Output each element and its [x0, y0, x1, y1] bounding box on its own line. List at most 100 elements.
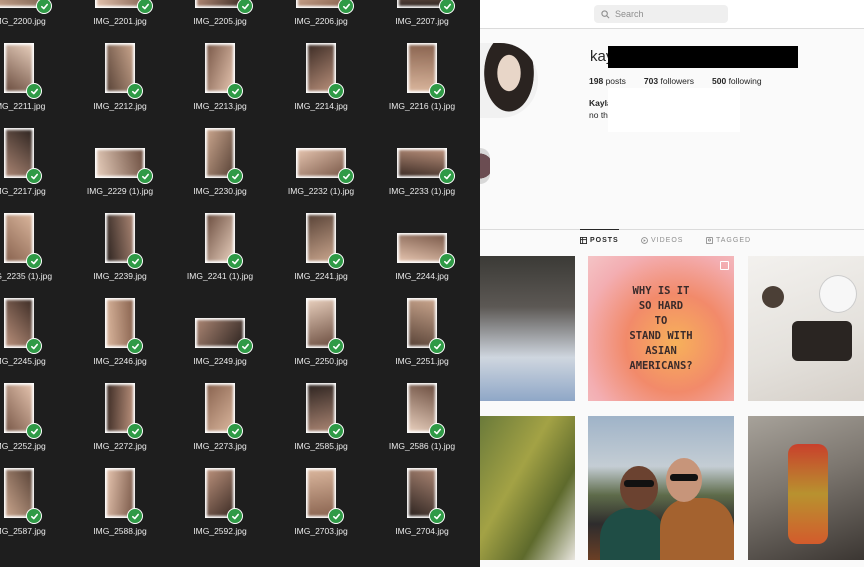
post-thumbnail[interactable]	[748, 416, 864, 560]
checkmark-icon	[227, 83, 243, 99]
tab-videos[interactable]: VIDEOS	[641, 237, 683, 244]
story-highlight[interactable]	[480, 148, 490, 184]
checkmark-icon	[328, 83, 344, 99]
search-placeholder: Search	[615, 9, 644, 19]
checkmark-icon	[26, 168, 42, 184]
file-item[interactable]: IMG_2586 (1).jpg	[374, 370, 470, 455]
file-item[interactable]: IMG_2703.jpg	[273, 455, 369, 540]
file-name: IMG_2207.jpg	[395, 16, 449, 26]
file-item[interactable]: IMG_2241 (1).jpg	[172, 200, 268, 285]
file-item[interactable]: IMG_2232 (1).jpg	[273, 115, 369, 200]
checkmark-icon	[328, 508, 344, 524]
followers-stat[interactable]: 703 followers	[644, 76, 694, 86]
post-thumbnail[interactable]	[480, 416, 575, 560]
file-item[interactable]: IMG_2272.jpg	[72, 370, 168, 455]
file-name: IMG_2244.jpg	[395, 271, 449, 281]
file-item[interactable]: IMG_2246.jpg	[72, 285, 168, 370]
post-thumbnail[interactable]	[588, 416, 734, 560]
file-name: IMG_2235 (1).jpg	[0, 271, 53, 281]
checkmark-icon	[439, 168, 455, 184]
file-item[interactable]: IMG_2273.jpg	[172, 370, 268, 455]
file-item[interactable]: IMG_2244.jpg	[374, 200, 470, 285]
checkmark-icon	[429, 83, 445, 99]
file-name: IMG_2252.jpg	[0, 441, 46, 451]
video-icon	[641, 237, 648, 244]
file-item[interactable]: IMG_2205.jpg	[172, 0, 268, 30]
file-item[interactable]: IMG_2233 (1).jpg	[374, 115, 470, 200]
file-item[interactable]: IMG_2704.jpg	[374, 455, 470, 540]
quote-line: TO	[654, 314, 668, 327]
following-stat[interactable]: 500 following	[712, 76, 762, 86]
file-item[interactable]: IMG_2588.jpg	[72, 455, 168, 540]
file-item[interactable]: IMG_2592.jpg	[172, 455, 268, 540]
checkmark-icon	[26, 423, 42, 439]
file-item[interactable]: IMG_2251.jpg	[374, 285, 470, 370]
post-thumbnail[interactable]	[748, 256, 864, 401]
file-name: IMG_2232 (1).jpg	[287, 186, 355, 196]
post-thumbnail[interactable]	[480, 256, 575, 401]
file-browser: IMG_2200.jpg IMG_2201.jpg IMG_2205.jpg IMG_…	[0, 0, 480, 567]
file-item[interactable]: IMG_2249.jpg	[172, 285, 268, 370]
file-item[interactable]: IMG_2200.jpg	[0, 0, 67, 30]
search-input[interactable]: Search	[594, 5, 728, 23]
checkmark-icon	[429, 423, 445, 439]
file-name: IMG_2704.jpg	[395, 526, 449, 536]
file-item[interactable]: IMG_2585.jpg	[273, 370, 369, 455]
file-item[interactable]: IMG_2216 (1).jpg	[374, 30, 470, 115]
checkmark-icon	[127, 423, 143, 439]
checkmark-icon	[127, 508, 143, 524]
file-name: IMG_2587.jpg	[0, 526, 46, 536]
file-item[interactable]: IMG_2587.jpg	[0, 455, 67, 540]
file-item[interactable]: IMG_2207.jpg	[374, 0, 470, 30]
grid-icon	[580, 237, 587, 244]
top-bar: Search	[480, 0, 864, 29]
file-name: IMG_2586 (1).jpg	[388, 441, 456, 451]
file-item[interactable]: IMG_2241.jpg	[273, 200, 369, 285]
file-item[interactable]: IMG_2201.jpg	[72, 0, 168, 30]
file-name: IMG_2216 (1).jpg	[388, 101, 456, 111]
redaction-box	[608, 88, 740, 132]
file-item[interactable]: IMG_2217.jpg	[0, 115, 67, 200]
quote-line: ASIAN	[645, 344, 677, 357]
file-item[interactable]: IMG_2229 (1).jpg	[72, 115, 168, 200]
checkmark-icon	[328, 253, 344, 269]
quote-line: STAND WITH	[629, 329, 693, 342]
file-item[interactable]: IMG_2235 (1).jpg	[0, 200, 67, 285]
file-item[interactable]: IMG_2245.jpg	[0, 285, 67, 370]
quote-line: WHY IS IT	[632, 284, 690, 297]
file-item[interactable]: IMG_2230.jpg	[172, 115, 268, 200]
checkmark-icon	[36, 0, 52, 14]
file-item[interactable]: IMG_2206.jpg	[273, 0, 369, 30]
file-item[interactable]: IMG_2239.jpg	[72, 200, 168, 285]
checkmark-icon	[26, 508, 42, 524]
file-name: IMG_2201.jpg	[93, 16, 147, 26]
profile-page: Search kay 198 posts 703 followers 500 f…	[480, 0, 864, 567]
tab-posts[interactable]: POSTS	[580, 229, 619, 244]
checkmark-icon	[237, 0, 253, 14]
file-item[interactable]: IMG_2211.jpg	[0, 30, 67, 115]
checkmark-icon	[227, 508, 243, 524]
search-icon	[601, 9, 610, 18]
checkmark-icon	[127, 253, 143, 269]
file-name: IMG_2241.jpg	[294, 271, 348, 281]
checkmark-icon	[338, 0, 354, 14]
tab-tagged[interactable]: TAGGED	[706, 237, 751, 244]
file-name: IMG_2246.jpg	[93, 356, 147, 366]
carousel-icon	[720, 261, 729, 270]
checkmark-icon	[429, 508, 445, 524]
file-item[interactable]: IMG_2213.jpg	[172, 30, 268, 115]
file-name: IMG_2217.jpg	[0, 186, 46, 196]
file-name: IMG_2249.jpg	[193, 356, 247, 366]
file-name: IMG_2200.jpg	[0, 16, 46, 26]
profile-stats: 198 posts 703 followers 500 following	[589, 76, 762, 86]
avatar[interactable]	[480, 43, 538, 118]
post-thumbnail[interactable]: WHY IS IT SO HARD TO STAND WITH ASIAN AMERICA…	[588, 256, 734, 401]
checkmark-icon	[439, 253, 455, 269]
quote-post-text: WHY IS IT SO HARD TO STAND WITH ASIAN AMERICA…	[629, 284, 692, 374]
checkmark-icon	[26, 83, 42, 99]
file-item[interactable]: IMG_2212.jpg	[72, 30, 168, 115]
file-item[interactable]: IMG_2250.jpg	[273, 285, 369, 370]
file-item[interactable]: IMG_2214.jpg	[273, 30, 369, 115]
checkmark-icon	[137, 168, 153, 184]
file-item[interactable]: IMG_2252.jpg	[0, 370, 67, 455]
